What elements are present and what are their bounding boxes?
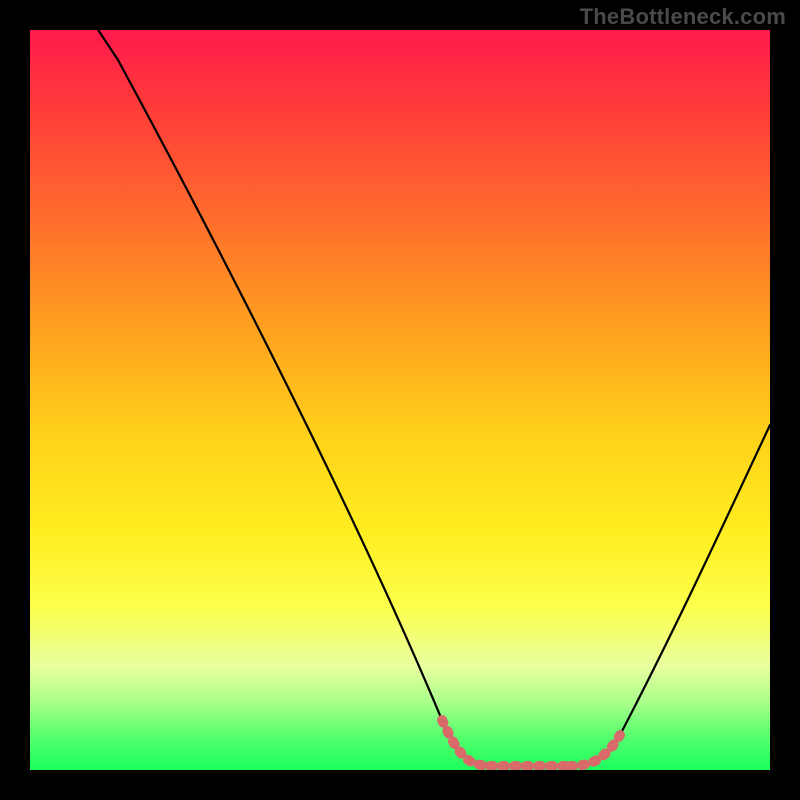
chart-canvas: TheBottleneck.com (0, 0, 800, 800)
highlight-dash-right (570, 735, 620, 766)
plot-area (30, 30, 770, 770)
curve-layer (30, 30, 770, 770)
bottleneck-curve (85, 30, 770, 766)
watermark-text: TheBottleneck.com (580, 4, 786, 30)
highlight-dash-left (442, 720, 490, 766)
